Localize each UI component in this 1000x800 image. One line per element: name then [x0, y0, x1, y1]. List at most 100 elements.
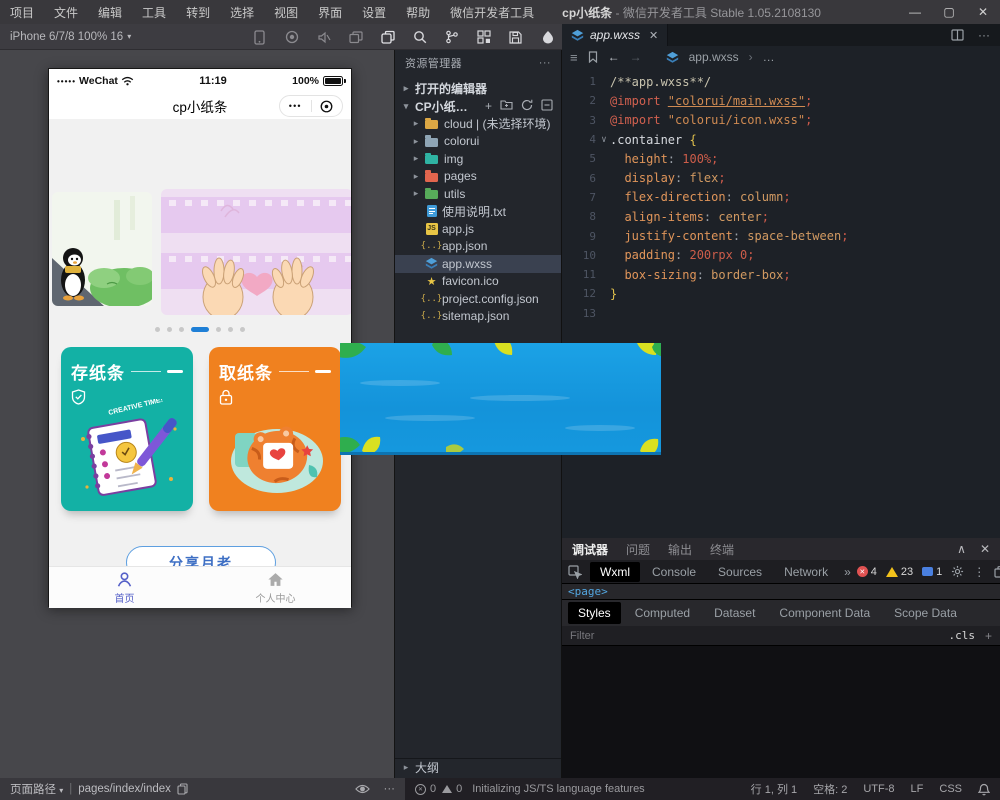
banner-image-main[interactable]	[161, 189, 351, 315]
project-root[interactable]: ▾ CP小纸条... +	[395, 98, 561, 116]
styles-content[interactable]	[562, 646, 1000, 778]
file-favicon-ico[interactable]: favicon.ico	[395, 273, 561, 291]
nav-back-icon[interactable]: ←	[608, 50, 620, 64]
outline-section[interactable]: ▸ 大纲	[395, 758, 561, 776]
menu-view[interactable]: 视图	[264, 4, 308, 21]
swiper-dot[interactable]	[155, 327, 160, 332]
menu-devtools[interactable]: 微信开发者工具	[440, 4, 544, 21]
tab-component-data[interactable]: Component Data	[769, 602, 880, 624]
wxml-tree-preview[interactable]: <page>	[562, 584, 1000, 600]
filter-input[interactable]	[570, 630, 948, 642]
folder-cloud[interactable]: ▸ cloud | (未选择环境)	[395, 115, 561, 133]
tab-styles[interactable]: Styles	[568, 602, 621, 624]
statusbar-errors[interactable]: ✕0	[415, 783, 436, 795]
minimize-button[interactable]: —	[898, 0, 932, 24]
file-app-wxss[interactable]: app.wxss	[395, 255, 561, 273]
swiper-dot[interactable]	[228, 327, 233, 332]
undock-icon[interactable]	[994, 566, 1000, 578]
tab-home[interactable]: 首页	[49, 567, 200, 608]
menu-interface[interactable]: 界面	[308, 4, 352, 21]
file-app-js[interactable]: app.js	[395, 220, 561, 238]
menu-settings[interactable]: 设置	[352, 4, 396, 21]
tab-problems[interactable]: 问题	[626, 541, 650, 558]
close-panel-icon[interactable]: ✕	[980, 542, 990, 556]
devtools-tab-sources[interactable]: Sources	[708, 562, 772, 582]
swiper-dot[interactable]	[179, 327, 184, 332]
folder-img[interactable]: ▸ img	[395, 150, 561, 168]
file-sitemap-json[interactable]: sitemap.json	[395, 308, 561, 326]
cls-toggle[interactable]: .cls	[948, 629, 975, 642]
more-menu-button[interactable]: •••	[280, 101, 311, 111]
open-editors-section[interactable]: ▸ 打开的编辑器	[395, 80, 561, 98]
get-note-card[interactable]: 取纸条	[209, 347, 341, 511]
devtools-menu-icon[interactable]: ⋮	[973, 565, 985, 579]
page-path-selector[interactable]: 页面路径 ▾	[10, 781, 63, 797]
record-icon[interactable]	[284, 30, 299, 45]
breadcrumb-more[interactable]: …	[763, 50, 775, 64]
swiper-dot[interactable]	[216, 327, 221, 332]
menu-tools[interactable]: 工具	[132, 4, 176, 21]
tab-profile[interactable]: 个人中心	[200, 567, 351, 608]
swiper-dot-active[interactable]	[191, 327, 209, 332]
language-mode[interactable]: CSS	[939, 783, 962, 795]
menu-help[interactable]: 帮助	[396, 4, 440, 21]
save-icon[interactable]	[508, 30, 523, 45]
file-project-config[interactable]: project.config.json	[395, 290, 561, 308]
swiper-dot[interactable]	[167, 327, 172, 332]
tab-app-wxss[interactable]: app.wxss ✕	[562, 24, 668, 46]
new-folder-icon[interactable]	[500, 99, 513, 113]
devtools-tab-console[interactable]: Console	[642, 562, 706, 582]
more-actions-icon[interactable]: ···	[978, 28, 990, 42]
devtools-tab-network[interactable]: Network	[774, 562, 838, 582]
warning-badge[interactable]: 23	[886, 566, 913, 578]
tab-computed[interactable]: Computed	[625, 602, 700, 624]
copy-panels-icon[interactable]	[380, 30, 395, 45]
eol-type[interactable]: LF	[911, 783, 924, 795]
collapse-all-icon[interactable]	[541, 99, 553, 113]
folder-pages[interactable]: ▸ pages	[395, 168, 561, 186]
mute-icon[interactable]	[316, 30, 331, 45]
maximize-button[interactable]: ▢	[932, 0, 966, 24]
menu-file[interactable]: 文件	[44, 4, 88, 21]
swiper-dot[interactable]	[240, 327, 245, 332]
page-path-value[interactable]: pages/index/index	[78, 783, 171, 795]
error-badge[interactable]: ✕4	[857, 566, 877, 578]
tab-debugger[interactable]: 调试器	[572, 541, 608, 558]
file-readme-txt[interactable]: 使用说明.txt	[395, 203, 561, 221]
wxml-page-tag[interactable]: <page>	[568, 585, 608, 598]
menu-goto[interactable]: 转到	[176, 4, 220, 21]
inspect-icon[interactable]	[568, 565, 582, 579]
git-branch-icon[interactable]	[444, 30, 459, 45]
code-editor[interactable]: 1/**app.wxss**/ 2@import "colorui/main.w…	[562, 68, 1000, 538]
add-style-icon[interactable]: +	[985, 629, 992, 643]
encoding[interactable]: UTF-8	[863, 783, 894, 795]
grid-icon[interactable]	[476, 30, 491, 45]
tab-output[interactable]: 输出	[668, 541, 692, 558]
statusbar-warnings[interactable]: 0	[442, 783, 462, 795]
search-icon[interactable]	[412, 30, 427, 45]
eye-icon[interactable]	[355, 784, 370, 794]
refresh-icon[interactable]	[521, 99, 533, 113]
tab-dataset[interactable]: Dataset	[704, 602, 765, 624]
new-file-icon[interactable]: +	[485, 99, 492, 113]
info-badge[interactable]: 1	[922, 566, 942, 578]
menu-edit[interactable]: 编辑	[88, 4, 132, 21]
explorer-more-icon[interactable]: ···	[539, 57, 551, 69]
clean-icon[interactable]	[540, 30, 555, 45]
windows-icon[interactable]	[348, 30, 363, 45]
bell-icon[interactable]	[978, 783, 990, 796]
collapse-panel-icon[interactable]: ∧	[957, 542, 966, 556]
devtools-tab-wxml[interactable]: Wxml	[590, 562, 640, 582]
device-selector[interactable]: iPhone 6/7/8 100% 16 ▾	[10, 31, 131, 43]
fold-chevron-icon[interactable]: ∨	[598, 135, 610, 145]
banner-image-left[interactable]	[52, 192, 152, 306]
copy-path-icon[interactable]	[177, 783, 188, 795]
folder-utils[interactable]: ▸ utils	[395, 185, 561, 203]
file-app-json[interactable]: app.json	[395, 238, 561, 256]
more-icon[interactable]: ···	[384, 783, 396, 795]
tab-scope-data[interactable]: Scope Data	[884, 602, 967, 624]
menu-select[interactable]: 选择	[220, 4, 264, 21]
bookmark-icon[interactable]	[588, 51, 598, 63]
close-button[interactable]: ✕	[966, 0, 1000, 24]
devtools-settings-icon[interactable]	[951, 565, 964, 578]
